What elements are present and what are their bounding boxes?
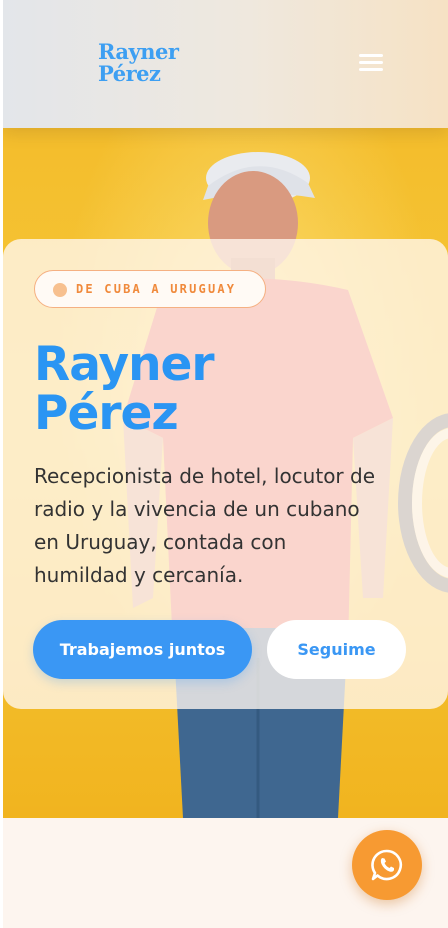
hero-description: Recepcionista de hotel, locutor de radio…: [34, 464, 376, 587]
hero-title-last: Pérez: [34, 386, 179, 441]
brand-last-name: Pérez: [98, 61, 161, 86]
follow-button[interactable]: Seguime: [267, 620, 406, 679]
brand-first-name: Rayner: [98, 39, 179, 64]
hamburger-menu-icon[interactable]: [357, 51, 385, 75]
site-header: Rayner Pérez: [3, 0, 448, 128]
origin-tag: DE CUBA A URUGUAY: [34, 270, 266, 308]
tag-dot-icon: [53, 283, 67, 297]
whatsapp-button[interactable]: [352, 830, 422, 900]
whatsapp-icon: [371, 849, 403, 881]
origin-tag-label: DE CUBA A URUGUAY: [76, 282, 237, 296]
brand-logo[interactable]: Rayner Pérez: [98, 39, 179, 86]
hero-title: Rayner Pérez: [34, 337, 215, 441]
page: Rayner Pérez DE CUBA A URUGUAY Rayner Pé…: [3, 0, 448, 928]
work-together-button[interactable]: Trabajemos juntos: [33, 620, 252, 679]
hero-title-first: Rayner: [34, 337, 215, 392]
